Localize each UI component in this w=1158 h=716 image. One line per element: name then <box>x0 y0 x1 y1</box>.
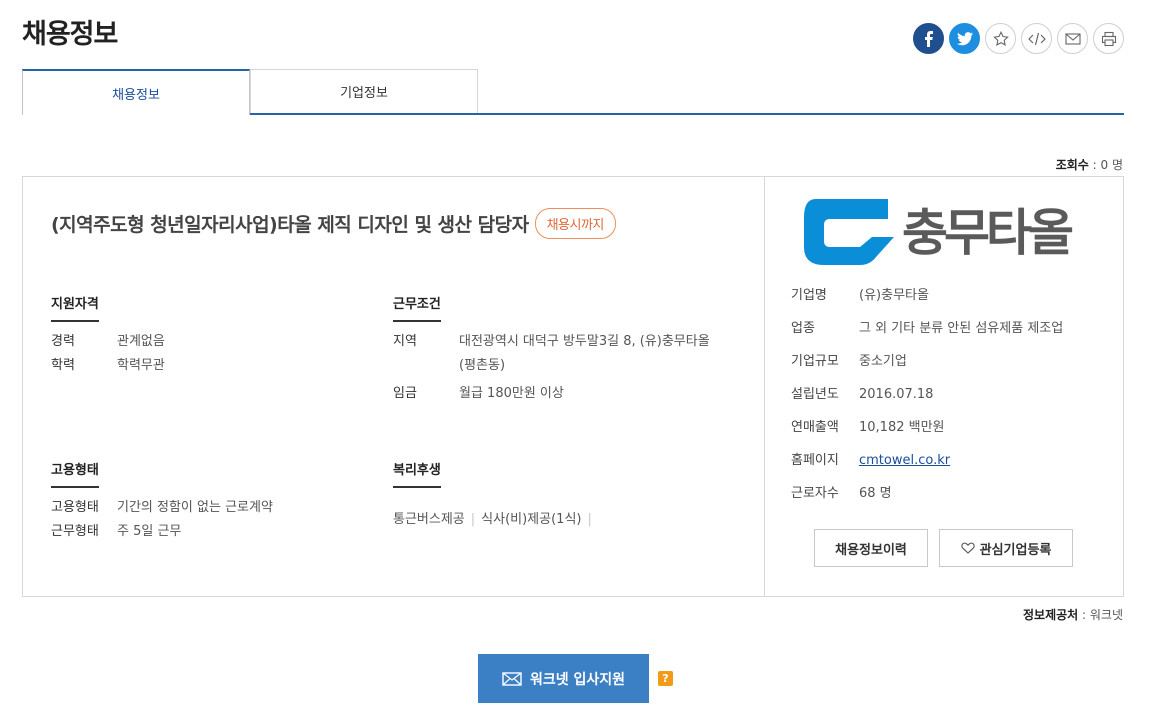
row-value: 주 5일 근무 <box>117 524 182 539</box>
info-row: 고용형태 기간의 정함이 없는 근로계약 <box>51 500 273 516</box>
address-line: (평촌동) <box>459 358 506 373</box>
info-row: 기업규모 중소기업 <box>791 354 1063 370</box>
benefit-item: 통근버스제공 <box>393 512 465 527</box>
tab-company-info[interactable]: 기업정보 <box>250 69 478 113</box>
help-icon[interactable]: ? <box>658 671 673 686</box>
row-label: 업종 <box>791 321 815 336</box>
tab-job-info[interactable]: 채용정보 <box>22 69 250 115</box>
conditions-section: 근무조건 지역 대전광역시 대덕구 방두말3길 8, (유)충무타올 (평촌동)… <box>393 293 710 402</box>
info-row: 임금 월급 180만원 이상 <box>393 386 710 402</box>
favorite-company-button[interactable]: 관심기업등록 <box>939 529 1073 567</box>
row-value: 대전광역시 대덕구 방두말3길 8, (유)충무타올 (평촌동) <box>459 330 710 378</box>
row-label: 근무형태 <box>51 524 99 539</box>
benefit-item: 식사(비)제공(1식) <box>481 512 582 527</box>
qualification-section: 지원자격 경력 관계없음 학력 학력무관 <box>51 293 165 374</box>
section-title: 지원자격 <box>51 293 99 322</box>
separator: | <box>470 512 476 527</box>
vertical-divider <box>764 177 765 596</box>
row-label: 고용형태 <box>51 500 99 515</box>
row-label: 연매출액 <box>791 420 839 435</box>
share-toolbar <box>913 23 1124 54</box>
info-row: 기업명 (유)충무타올 <box>791 288 1063 304</box>
info-row: 홈페이지 cmtowel.co.kr <box>791 453 1063 469</box>
section-title: 고용형태 <box>51 459 99 488</box>
facebook-icon[interactable] <box>913 23 944 54</box>
logo-text: 충무타올 <box>902 204 1074 262</box>
info-row: 학력 학력무관 <box>51 358 165 374</box>
page-title: 채용정보 <box>22 19 118 50</box>
view-count: 조회수 : 0 명 <box>1056 156 1123 173</box>
info-provider: 정보제공처 : 워크넷 <box>1023 606 1123 623</box>
info-row: 업종 그 외 기타 분류 안된 섬유제품 제조업 <box>791 321 1063 337</box>
row-value: 기간의 정함이 없는 근로계약 <box>117 500 273 515</box>
heart-icon <box>960 542 975 554</box>
benefits-section: 복리후생 통근버스제공 | 식사(비)제공(1식) | <box>393 459 598 527</box>
row-label: 기업명 <box>791 288 827 303</box>
section-title: 복리후생 <box>393 459 441 488</box>
section-title: 근무조건 <box>393 293 441 322</box>
envelope-icon <box>502 671 522 686</box>
row-label: 설립년도 <box>791 387 839 402</box>
row-label: 임금 <box>393 386 417 401</box>
info-row: 연매출액 10,182 백만원 <box>791 420 1063 436</box>
embed-icon[interactable] <box>1021 23 1052 54</box>
homepage-link[interactable]: cmtowel.co.kr <box>859 453 950 468</box>
row-label: 기업규모 <box>791 354 839 369</box>
twitter-icon[interactable] <box>949 23 980 54</box>
benefits-list: 통근버스제공 | 식사(비)제공(1식) | <box>393 508 598 527</box>
company-info: 기업명 (유)충무타올 업종 그 외 기타 분류 안된 섬유제품 제조업 기업규모 중… <box>791 288 1063 502</box>
row-label: 홈페이지 <box>791 453 839 468</box>
history-button[interactable]: 채용정보이력 <box>814 529 928 567</box>
provider-label: 정보제공처 <box>1022 608 1079 622</box>
row-label: 학력 <box>51 358 75 373</box>
row-value: 2016.07.18 <box>859 387 934 402</box>
star-icon[interactable] <box>985 23 1016 54</box>
row-value: 68 명 <box>859 486 892 501</box>
row-value: 학력무관 <box>117 358 165 373</box>
apply-button[interactable]: 워크넷 입사지원 <box>478 654 649 703</box>
email-icon[interactable] <box>1057 23 1088 54</box>
row-value: 10,182 백만원 <box>859 420 945 435</box>
view-count-label: 조회수 <box>1055 158 1089 172</box>
row-label: 경력 <box>51 334 75 349</box>
print-icon[interactable] <box>1093 23 1124 54</box>
job-card: (지역주도형 청년일자리사업)타올 제직 디자인 및 생산 담당자 채용시까지 … <box>22 176 1124 597</box>
job-title: (지역주도형 청년일자리사업)타올 제직 디자인 및 생산 담당자 채용시까지 <box>51 208 616 239</box>
row-value: 월급 180만원 이상 <box>459 386 564 401</box>
deadline-badge: 채용시까지 <box>534 208 616 239</box>
address-line: 대전광역시 대덕구 방두말3길 8, (유)충무타올 <box>459 334 710 349</box>
row-label: 지역 <box>393 334 417 349</box>
job-title-text: (지역주도형 청년일자리사업)타올 제직 디자인 및 생산 담당자 <box>51 214 529 236</box>
info-row: 지역 대전광역시 대덕구 방두말3길 8, (유)충무타올 (평촌동) <box>393 334 710 378</box>
row-value: (유)충무타올 <box>859 288 929 303</box>
row-value: 관계없음 <box>117 334 165 349</box>
info-row: 설립년도 2016.07.18 <box>791 387 1063 403</box>
row-label: 근로자수 <box>791 486 839 501</box>
separator: | <box>587 512 592 527</box>
employment-section: 고용형태 고용형태 기간의 정함이 없는 근로계약 근무형태 주 5일 근무 <box>51 459 273 540</box>
provider-value: : 워크넷 <box>1082 608 1123 622</box>
row-value: cmtowel.co.kr <box>859 453 950 469</box>
row-value: 중소기업 <box>859 354 907 369</box>
row-value: 그 외 기타 분류 안된 섬유제품 제조업 <box>859 321 1064 336</box>
info-row: 근로자수 68 명 <box>791 486 1063 502</box>
company-logo: 충무타올 <box>802 195 1085 269</box>
tab-bar: 채용정보 기업정보 <box>22 69 1124 115</box>
apply-button-label: 워크넷 입사지원 <box>529 671 626 688</box>
favorite-button-label: 관심기업등록 <box>979 542 1052 558</box>
info-row: 근무형태 주 5일 근무 <box>51 524 273 540</box>
view-count-value: : 0 명 <box>1092 158 1123 172</box>
info-row: 경력 관계없음 <box>51 334 165 350</box>
